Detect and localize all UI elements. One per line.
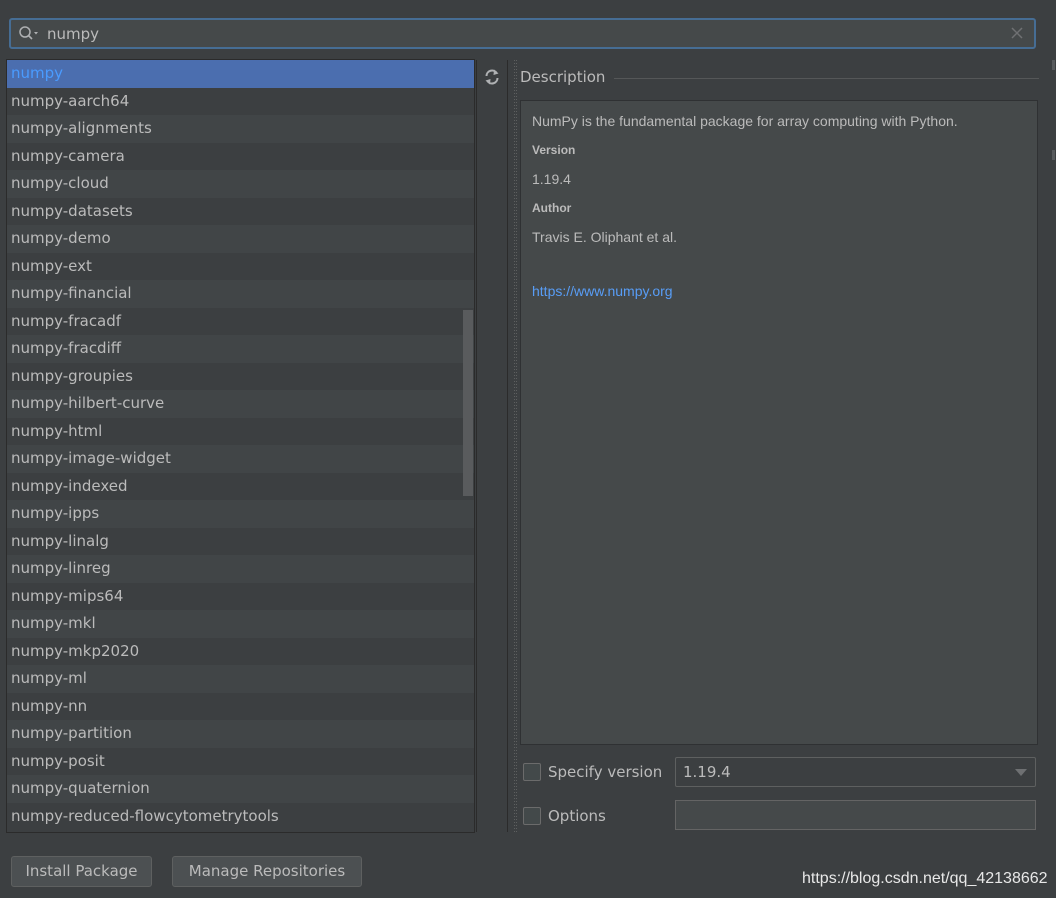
package-list-item[interactable]: numpy-linreg xyxy=(7,555,474,583)
version-select-value: 1.19.4 xyxy=(683,763,731,781)
install-package-button[interactable]: Install Package xyxy=(11,856,152,887)
description-divider xyxy=(614,78,1039,79)
search-input[interactable] xyxy=(47,23,997,45)
package-list-item[interactable]: numpy-mkl xyxy=(7,610,474,638)
description-title: Description xyxy=(520,68,606,86)
specify-version-label: Specify version xyxy=(548,763,663,781)
package-list-item[interactable]: numpy-image-widget xyxy=(7,445,474,473)
package-list-item[interactable]: numpy-alignments xyxy=(7,115,474,143)
options-input[interactable] xyxy=(675,800,1036,830)
options-checkbox[interactable] xyxy=(523,807,541,825)
version-select[interactable]: 1.19.4 xyxy=(675,757,1036,787)
version-value: 1.19.4 xyxy=(532,171,571,187)
package-list-item[interactable]: numpy-mkp2020 xyxy=(7,637,474,665)
package-search-field[interactable] xyxy=(9,18,1036,49)
package-list-item[interactable]: numpy-fracadf xyxy=(7,307,474,335)
version-label: Version xyxy=(532,143,576,157)
close-icon[interactable] xyxy=(1010,26,1024,40)
panel-splitter[interactable] xyxy=(512,60,518,834)
package-list-item[interactable]: numpy-financial xyxy=(7,280,474,308)
package-list-item[interactable]: numpy-fracdiff xyxy=(7,335,474,363)
package-list-item[interactable]: numpy-demo xyxy=(7,225,474,253)
package-list-item[interactable]: numpy-reduced-flowcytometrytools xyxy=(7,802,474,830)
package-list-item[interactable]: numpy-groupies xyxy=(7,362,474,390)
package-list-item[interactable]: numpy xyxy=(7,60,474,88)
edge-marker xyxy=(1052,60,1055,70)
package-list-item[interactable]: numpy-hilbert-curve xyxy=(7,390,474,418)
package-list-item[interactable]: numpy-cloud xyxy=(7,170,474,198)
refresh-icon[interactable] xyxy=(483,68,501,86)
package-list-item[interactable]: numpy-partition xyxy=(7,720,474,748)
package-list-item[interactable]: numpy-html xyxy=(7,417,474,445)
package-list-item[interactable]: numpy-indexed xyxy=(7,472,474,500)
package-list-item[interactable]: numpy-quaternion xyxy=(7,775,474,803)
chevron-down-icon xyxy=(1015,769,1027,776)
search-icon[interactable] xyxy=(18,25,40,43)
description-panel: NumPy is the fundamental package for arr… xyxy=(520,100,1038,745)
refresh-toolbar xyxy=(476,60,508,832)
options-label: Options xyxy=(548,807,606,825)
package-list-item[interactable]: numpy-ext xyxy=(7,252,474,280)
package-list[interactable]: numpy numpy-aarch64 numpy-alignments numpy-… xyxy=(7,60,474,832)
specify-version-checkbox[interactable] xyxy=(523,763,541,781)
package-list-item[interactable]: numpy-ipps xyxy=(7,500,474,528)
package-list-item[interactable]: numpy-mips64 xyxy=(7,582,474,610)
package-list-item[interactable]: numpy-datasets xyxy=(7,197,474,225)
manage-repositories-button[interactable]: Manage Repositories xyxy=(172,856,362,887)
author-value: Travis E. Oliphant et al. xyxy=(532,229,677,245)
edge-marker xyxy=(1052,150,1055,160)
list-scrollbar-thumb[interactable] xyxy=(463,310,473,496)
package-list-item[interactable]: numpy-linalg xyxy=(7,527,474,555)
package-list-item[interactable]: numpy-aarch64 xyxy=(7,87,474,115)
package-summary: NumPy is the fundamental package for arr… xyxy=(532,113,958,129)
panel-splitter-line xyxy=(516,60,517,834)
package-list-item[interactable]: numpy-camera xyxy=(7,142,474,170)
package-list-item[interactable]: numpy-posit xyxy=(7,747,474,775)
package-list-item[interactable]: numpy-nn xyxy=(7,692,474,720)
package-list-item[interactable]: numpy-ml xyxy=(7,665,474,693)
watermark-text: https://blog.csdn.net/qq_42138662 xyxy=(802,870,1048,887)
homepage-link[interactable]: https://www.numpy.org xyxy=(532,283,1026,299)
author-label: Author xyxy=(532,201,572,215)
